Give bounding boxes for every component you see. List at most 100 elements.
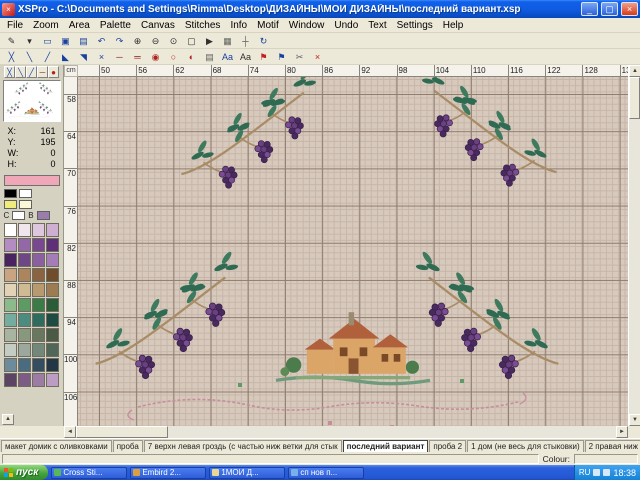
quick-swatch[interactable] [19,200,32,209]
palette-swatch[interactable] [32,253,45,267]
palette-swatch[interactable] [4,313,17,327]
taskbar-task-button[interactable]: сп нов п... [288,467,364,479]
paste-area-icon[interactable]: ▤ [75,34,92,48]
palette-swatch[interactable] [32,268,45,282]
scroll-left-button[interactable]: ◄ [64,426,76,438]
close-button[interactable]: × [621,2,638,16]
palette-swatch[interactable] [18,238,31,252]
design-tab[interactable]: макет домик с оливковками [1,440,112,452]
palette-swatch[interactable] [46,373,59,387]
colour-column-swatch[interactable] [12,211,25,220]
palette-swatch[interactable] [18,298,31,312]
start-button[interactable]: пуск [0,465,48,480]
menu-item[interactable]: Canvas [136,20,180,31]
language-indicator[interactable]: RU [579,468,591,477]
horizontal-scrollbar[interactable]: ◄ ► [64,426,640,438]
design-tab[interactable]: 1 дом (не весь для стыковки) [467,440,584,452]
palette-swatch[interactable] [32,283,45,297]
quick-swatch[interactable] [4,200,17,209]
clock[interactable]: 18:38 [613,468,636,478]
palette-swatch[interactable] [4,358,17,372]
mini-quarter-stitch-icon[interactable]: ╱ [26,66,37,78]
menu-item[interactable]: Undo [329,20,363,31]
quick-swatch[interactable] [4,189,17,198]
minimize-button[interactable]: _ [581,2,598,16]
mini-full-stitch-icon[interactable]: ╳ [4,66,15,78]
horizontal-scroll-thumb[interactable] [76,426,168,438]
maximize-button[interactable]: ▢ [601,2,618,16]
palette-swatch[interactable] [18,343,31,357]
menu-item[interactable]: Area [64,20,95,31]
design-tab[interactable]: 2 правая ниж гр [585,440,640,452]
palette-swatch[interactable] [46,238,59,252]
pointer-icon[interactable]: ▶ [201,34,218,48]
cut-icon[interactable]: ✂ [291,50,308,64]
zoom-in-icon[interactable]: ⊕ [129,34,146,48]
palette-swatch[interactable] [18,268,31,282]
bead-icon[interactable]: ○ [165,50,182,64]
three-quarter-stitch-icon[interactable]: ◥ [75,50,92,64]
quick-swatch[interactable] [19,189,32,198]
copy-area-icon[interactable]: ▣ [57,34,74,48]
palette-swatch[interactable] [18,223,31,237]
palette-view-icon[interactable]: ▤ [201,50,218,64]
palette-swatch[interactable] [46,223,59,237]
center-design-icon[interactable]: ┼ [237,34,254,48]
half-stitch-back-icon[interactable]: ╲ [21,50,38,64]
mini-half-stitch-icon[interactable]: ╲ [15,66,26,78]
palette-swatch[interactable] [46,268,59,282]
menu-item[interactable]: Motif [252,20,284,31]
palette-swatch[interactable] [46,343,59,357]
palette-swatch[interactable] [32,313,45,327]
palette-swatch[interactable] [32,328,45,342]
petite-stitch-icon[interactable]: × [93,50,110,64]
quarter-stitch-icon[interactable]: ◣ [57,50,74,64]
half-knot-icon[interactable]: ◐ [183,50,200,64]
palette-swatch[interactable] [18,253,31,267]
backstitch-icon[interactable]: ─ [111,50,128,64]
palette-swatch[interactable] [18,328,31,342]
full-stitch-icon[interactable]: ╳ [3,50,20,64]
design-tab[interactable]: проба [113,440,143,452]
text-tool-icon[interactable]: Aa [219,50,236,64]
menu-item[interactable]: Window [284,20,330,31]
tool-dropdown-icon[interactable]: ▾ [21,34,38,48]
palette-swatch[interactable] [18,283,31,297]
mini-backstitch-icon[interactable]: ─ [37,66,48,78]
blend-column-swatch[interactable] [37,211,50,220]
menu-item[interactable]: Zoom [28,20,64,31]
menu-item[interactable]: Help [438,20,469,31]
palette-swatch[interactable] [32,238,45,252]
menu-item[interactable]: Stitches [180,20,226,31]
palette-swatch[interactable] [4,238,17,252]
refresh-icon[interactable]: ↻ [255,34,272,48]
palette-swatch[interactable] [4,328,17,342]
palette-swatch[interactable] [4,283,17,297]
select-rect-icon[interactable]: ▭ [39,34,56,48]
palette-swatch[interactable] [4,343,17,357]
straight-stitch-icon[interactable]: ═ [129,50,146,64]
flag-red-icon[interactable]: ⚑ [255,50,272,64]
menu-item[interactable]: Info [225,20,252,31]
palette-swatch[interactable] [18,373,31,387]
palette-swatch[interactable] [4,268,17,282]
vertical-scroll-thumb[interactable] [629,77,640,119]
menu-item[interactable]: Palette [95,20,136,31]
redo-icon[interactable]: ↷ [111,34,128,48]
taskbar-task-button[interactable]: Cross Sti... [51,467,127,479]
palette-swatch[interactable] [46,283,59,297]
palette-swatch[interactable] [4,373,17,387]
french-knot-icon[interactable]: ◉ [147,50,164,64]
zoom-out-icon[interactable]: ⊖ [147,34,164,48]
taskbar-task-button[interactable]: 1МОИ Д... [209,467,285,479]
design-canvas[interactable] [78,77,628,426]
palette-swatch[interactable] [46,328,59,342]
palette-swatch[interactable] [18,313,31,327]
palette-swatch[interactable] [46,253,59,267]
palette-scroll-up-button[interactable]: ▲ [2,414,14,425]
scroll-up-button[interactable]: ▲ [629,65,640,77]
palette-swatch[interactable] [32,358,45,372]
zoom-actual-icon[interactable]: ⊙ [165,34,182,48]
tray-icon[interactable] [603,469,610,476]
palette-swatch[interactable] [32,343,45,357]
